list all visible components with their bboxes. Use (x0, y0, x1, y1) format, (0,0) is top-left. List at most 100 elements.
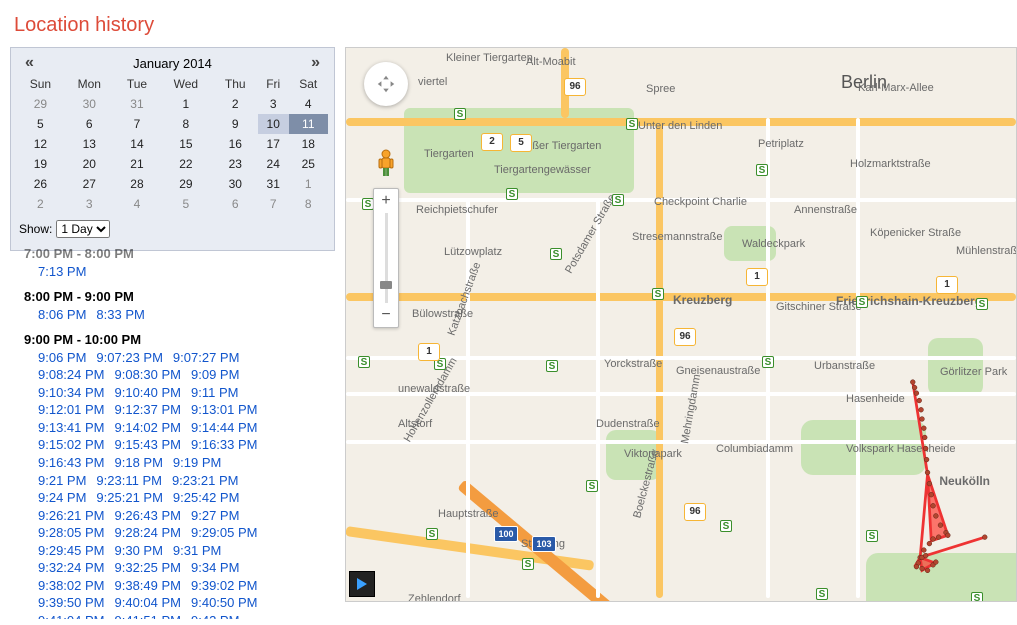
timestamp[interactable]: 9:14:44 PM (191, 419, 258, 437)
calendar-next[interactable]: » (311, 54, 320, 72)
timestamp[interactable]: 9:40:04 PM (115, 594, 182, 612)
zoom-slider[interactable]: + − (373, 188, 399, 328)
calendar-day[interactable]: 12 (17, 134, 64, 154)
timestamp[interactable]: 9:23:21 PM (172, 472, 239, 490)
timestamp[interactable]: 9:12:01 PM (38, 401, 105, 419)
timestamp[interactable]: 9:21 PM (38, 472, 86, 490)
zoom-out[interactable]: − (374, 303, 398, 327)
timestamp[interactable]: 9:13:01 PM (191, 401, 258, 419)
calendar-day[interactable]: 1 (289, 174, 328, 194)
timestamp[interactable]: 9:38:49 PM (115, 577, 182, 595)
calendar-day[interactable]: 28 (115, 174, 159, 194)
timestamp[interactable]: 9:07:27 PM (173, 349, 240, 367)
calendar-day[interactable]: 17 (258, 134, 289, 154)
calendar-day[interactable]: 4 (115, 194, 159, 214)
play-button[interactable] (349, 571, 375, 597)
calendar-day[interactable]: 29 (159, 174, 213, 194)
timestamp[interactable]: 9:15:02 PM (38, 436, 105, 454)
calendar-day[interactable]: 13 (64, 134, 115, 154)
timestamp[interactable]: 7:13 PM (38, 263, 86, 281)
calendar-day[interactable]: 15 (159, 134, 213, 154)
calendar-day[interactable]: 25 (289, 154, 328, 174)
calendar-day[interactable]: 19 (17, 154, 64, 174)
calendar-day[interactable]: 24 (258, 154, 289, 174)
calendar-day[interactable]: 30 (213, 174, 258, 194)
timestamp[interactable]: 9:27 PM (191, 507, 239, 525)
timestamp[interactable]: 9:41:51 PM (115, 612, 182, 619)
calendar-day[interactable]: 31 (258, 174, 289, 194)
timestamp[interactable]: 9:26:43 PM (115, 507, 182, 525)
calendar-day[interactable]: 9 (213, 114, 258, 134)
zoom-handle[interactable] (380, 281, 392, 289)
calendar-prev[interactable]: « (25, 54, 34, 72)
calendar-day[interactable]: 16 (213, 134, 258, 154)
timestamp[interactable]: 9:19 PM (173, 454, 221, 472)
timestamp[interactable]: 9:06 PM (38, 349, 86, 367)
calendar-day[interactable]: 29 (17, 94, 64, 114)
timestamp-list[interactable]: 7:00 PM - 8:00 PM7:13 PM8:00 PM - 9:00 P… (10, 249, 335, 619)
calendar-day[interactable]: 10 (258, 114, 289, 134)
timestamp[interactable]: 9:11 PM (191, 384, 238, 402)
calendar-day[interactable]: 1 (159, 94, 213, 114)
timestamp[interactable]: 9:09 PM (191, 366, 239, 384)
calendar-day[interactable]: 5 (159, 194, 213, 214)
timestamp[interactable]: 9:08:24 PM (38, 366, 105, 384)
timestamp[interactable]: 8:06 PM (38, 306, 86, 324)
calendar-day[interactable]: 8 (289, 194, 328, 214)
timestamp[interactable]: 9:14:02 PM (115, 419, 182, 437)
calendar-day[interactable]: 3 (258, 94, 289, 114)
timestamp[interactable]: 9:29:45 PM (38, 542, 105, 560)
timestamp[interactable]: 9:31 PM (173, 542, 221, 560)
calendar-day[interactable]: 18 (289, 134, 328, 154)
calendar-day[interactable]: 22 (159, 154, 213, 174)
calendar-day[interactable]: 8 (159, 114, 213, 134)
calendar-day[interactable]: 7 (115, 114, 159, 134)
timestamp[interactable]: 9:18 PM (115, 454, 163, 472)
timestamp[interactable]: 9:25:42 PM (173, 489, 240, 507)
map-rotate[interactable] (364, 62, 408, 106)
timestamp[interactable]: 9:16:33 PM (191, 436, 258, 454)
timestamp[interactable]: 9:41:04 PM (38, 612, 105, 619)
timestamp[interactable]: 8:33 PM (96, 306, 144, 324)
map[interactable]: Berlin Kreuzberg Friedrichshain-Kreuzber… (345, 47, 1017, 602)
calendar-day[interactable]: 2 (17, 194, 64, 214)
calendar-day[interactable]: 11 (289, 114, 328, 134)
timestamp[interactable]: 9:23:11 PM (96, 472, 162, 490)
calendar-day[interactable]: 2 (213, 94, 258, 114)
calendar-day[interactable]: 30 (64, 94, 115, 114)
calendar-day[interactable]: 5 (17, 114, 64, 134)
timestamp[interactable]: 9:25:21 PM (96, 489, 163, 507)
show-select[interactable]: 1 Day (56, 220, 110, 238)
calendar-day[interactable]: 20 (64, 154, 115, 174)
timestamp[interactable]: 9:13:41 PM (38, 419, 105, 437)
timestamp[interactable]: 9:07:23 PM (96, 349, 163, 367)
timestamp[interactable]: 9:38:02 PM (38, 577, 105, 595)
zoom-in[interactable]: + (374, 189, 398, 213)
calendar-day[interactable]: 7 (258, 194, 289, 214)
timestamp[interactable]: 9:26:21 PM (38, 507, 105, 525)
calendar-day[interactable]: 26 (17, 174, 64, 194)
timestamp[interactable]: 9:15:43 PM (115, 436, 182, 454)
timestamp[interactable]: 9:16:43 PM (38, 454, 105, 472)
timestamp[interactable]: 9:10:40 PM (115, 384, 182, 402)
timestamp[interactable]: 9:42 PM (191, 612, 239, 619)
timestamp[interactable]: 9:32:24 PM (38, 559, 105, 577)
timestamp[interactable]: 9:24 PM (38, 489, 86, 507)
timestamp[interactable]: 9:28:24 PM (115, 524, 182, 542)
calendar-day[interactable]: 27 (64, 174, 115, 194)
timestamp[interactable]: 9:39:02 PM (191, 577, 258, 595)
timestamp[interactable]: 9:34 PM (191, 559, 239, 577)
timestamp[interactable]: 9:29:05 PM (191, 524, 258, 542)
calendar-day[interactable]: 3 (64, 194, 115, 214)
calendar-day[interactable]: 6 (213, 194, 258, 214)
calendar-day[interactable]: 23 (213, 154, 258, 174)
timestamp[interactable]: 9:10:34 PM (38, 384, 105, 402)
timestamp[interactable]: 9:12:37 PM (115, 401, 182, 419)
timestamp[interactable]: 9:40:50 PM (191, 594, 258, 612)
calendar-day[interactable]: 21 (115, 154, 159, 174)
pegman-icon[interactable] (373, 148, 399, 178)
timestamp[interactable]: 9:39:50 PM (38, 594, 105, 612)
calendar-day[interactable]: 14 (115, 134, 159, 154)
calendar-day[interactable]: 6 (64, 114, 115, 134)
timestamp[interactable]: 9:32:25 PM (115, 559, 182, 577)
